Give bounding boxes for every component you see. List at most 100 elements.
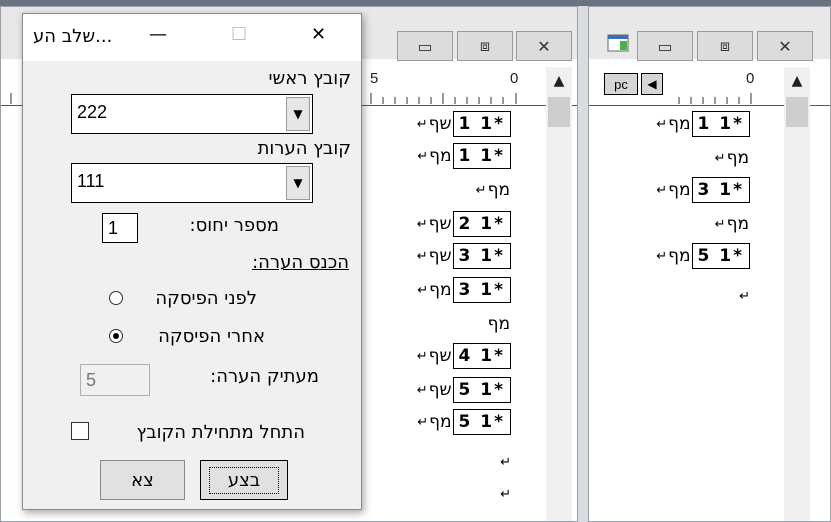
- note-ref-box: 1 1*: [691, 111, 750, 137]
- close-icon[interactable]: ✕: [311, 24, 326, 45]
- row-hebrew: מף: [668, 180, 691, 200]
- execute-button-label: בצע: [208, 466, 280, 494]
- paragraph-mark: ↵: [416, 382, 428, 398]
- text-row: ↵ שף 4 1*: [417, 343, 511, 369]
- text-row: ↵ מף 1 1*: [417, 143, 511, 169]
- note-ref-box: 1 1*: [452, 143, 511, 169]
- right-editor-window: ▭ ⧈ ✕ 0 pc ◀ ▲ ↵ מף 1 1* ↵ מף ↵ מף 3 1* ↵ מף: [588, 6, 831, 522]
- row-hebrew: שף: [428, 246, 452, 266]
- minimize-button[interactable]: ▭: [397, 31, 453, 61]
- maximize-icon: ⧈: [479, 36, 491, 55]
- window-gap: [578, 6, 588, 522]
- ref-number-label: מספר יחוס:: [189, 215, 279, 236]
- row-hebrew: שף: [428, 380, 452, 400]
- row-hebrew: שף: [428, 114, 452, 134]
- row-hebrew: מף: [429, 280, 452, 300]
- text-row: ↵ שף 3 1*: [417, 243, 511, 269]
- paragraph-mark: ↵: [416, 216, 428, 232]
- radio-before[interactable]: [109, 291, 123, 305]
- paragraph-mark: ↵: [416, 116, 428, 132]
- text-row: ↵: [500, 481, 511, 507]
- maximize-icon: ⧈: [719, 36, 731, 55]
- radio-after-label: אחרי הפיסקה: [158, 326, 265, 347]
- row-hebrew: מף: [726, 214, 749, 234]
- scroll-thumb[interactable]: [786, 97, 808, 127]
- close-button[interactable]: ✕: [757, 31, 813, 61]
- close-icon: ✕: [778, 36, 792, 56]
- paragraph-mark: ↵: [739, 288, 750, 304]
- paragraph-mark: ↵: [656, 248, 668, 264]
- maximize-button[interactable]: ⧈: [457, 31, 513, 61]
- maximize-icon[interactable]: ☐: [231, 24, 247, 45]
- right-window-titlebar: ▭ ⧈ ✕: [589, 7, 830, 61]
- vertical-scrollbar[interactable]: ▲: [784, 67, 810, 521]
- main-file-combo[interactable]: 222 ▼: [71, 94, 313, 134]
- exit-button[interactable]: צא: [100, 460, 185, 500]
- text-row: ↵: [500, 449, 511, 475]
- scroll-up-icon[interactable]: ▲: [784, 67, 810, 95]
- text-row: ↵ שף 1 1*: [417, 111, 511, 137]
- left-arrow-icon[interactable]: ◀: [641, 73, 663, 95]
- chevron-down-icon[interactable]: ▼: [286, 97, 310, 131]
- note-ref-box: 3 1*: [452, 243, 511, 269]
- row-hebrew: מף: [487, 180, 510, 200]
- execute-button[interactable]: בצע: [200, 460, 288, 500]
- document-icon: [607, 34, 629, 52]
- close-icon: ✕: [537, 36, 551, 56]
- paragraph-mark: ↵: [714, 150, 726, 166]
- ref-number-value: 1: [108, 218, 119, 238]
- row-hebrew: מף: [429, 412, 452, 432]
- paragraph-mark: ↵: [475, 182, 487, 198]
- vertical-scrollbar[interactable]: ▲: [546, 67, 572, 521]
- row-hebrew: שף: [428, 346, 452, 366]
- scroll-up-icon[interactable]: ▲: [546, 67, 572, 95]
- text-row: ↵ מף 1 1*: [656, 111, 750, 137]
- minimize-icon[interactable]: —: [149, 24, 167, 45]
- text-row: ↵ מף: [476, 177, 511, 203]
- text-row: ↵ מף 3 1*: [656, 177, 750, 203]
- maximize-button[interactable]: ⧈: [697, 31, 753, 61]
- radio-after[interactable]: [109, 329, 123, 343]
- insert-note-label: הכנס הערה:: [252, 252, 349, 273]
- dialog-titlebar: ...שלב הע — ☐ ✕: [23, 14, 361, 61]
- note-ref-box: 4 1*: [452, 343, 511, 369]
- paragraph-mark: ↵: [714, 216, 726, 232]
- radio-before-label: לפני הפיסקה: [155, 288, 257, 309]
- text-row: מף: [488, 311, 511, 337]
- note-copier-label: מעתיק הערה:: [210, 366, 319, 387]
- paragraph-mark: ↵: [416, 248, 428, 264]
- minimize-icon: ▭: [657, 36, 673, 56]
- text-row: ↵ מף 3 1*: [417, 277, 511, 303]
- text-row: ↵ מף 5 1*: [417, 409, 511, 435]
- ruler-label-5: 5: [370, 70, 379, 87]
- ruler-label-0: 0: [510, 70, 519, 87]
- ref-number-input[interactable]: 1: [102, 213, 138, 243]
- notes-file-value: 111: [77, 171, 105, 191]
- paragraph-mark: ↵: [416, 348, 428, 364]
- paragraph-mark: ↵: [417, 148, 429, 164]
- row-hebrew: שף: [428, 214, 452, 234]
- close-button[interactable]: ✕: [516, 31, 572, 61]
- dialog-title: ...שלב הע: [33, 26, 113, 47]
- minimize-button[interactable]: ▭: [637, 31, 693, 61]
- row-hebrew: מף: [429, 146, 452, 166]
- main-file-value: 222: [77, 102, 108, 122]
- pc-button[interactable]: pc: [604, 73, 638, 95]
- note-ref-box: 5 1*: [691, 243, 750, 269]
- note-copier-input: 5: [80, 364, 150, 396]
- row-hebrew: מף: [726, 148, 749, 168]
- scroll-thumb[interactable]: [548, 97, 570, 127]
- row-hebrew: מף: [668, 246, 691, 266]
- chevron-down-icon[interactable]: ▼: [286, 166, 310, 200]
- notes-file-combo[interactable]: 111 ▼: [71, 163, 313, 203]
- start-from-begin-checkbox[interactable]: [71, 422, 89, 440]
- note-ref-box: 5 1*: [452, 377, 511, 403]
- paragraph-mark: ↵: [417, 414, 429, 430]
- note-ref-box: 1 1*: [452, 111, 511, 137]
- paragraph-mark: ↵: [500, 486, 511, 502]
- note-ref-box: 5 1*: [452, 409, 511, 435]
- paragraph-mark: ↵: [500, 454, 511, 470]
- paragraph-mark: ↵: [656, 116, 668, 132]
- note-ref-box: 3 1*: [691, 177, 750, 203]
- minimize-icon: ▭: [417, 36, 433, 56]
